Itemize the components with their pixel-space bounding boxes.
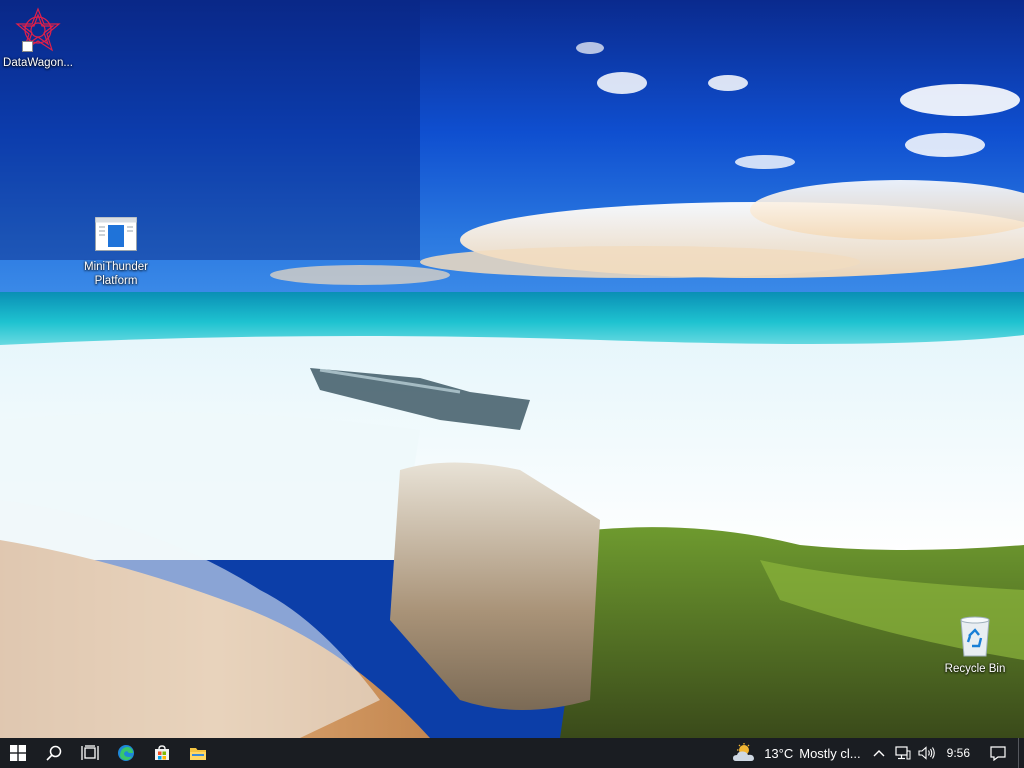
network-button[interactable] bbox=[891, 738, 915, 768]
notification-icon bbox=[990, 745, 1006, 761]
show-desktop-button[interactable] bbox=[1018, 738, 1024, 768]
weather-temperature: 13°C bbox=[764, 745, 794, 761]
desktop-icon-datawagon[interactable]: DataWagon... bbox=[0, 6, 76, 70]
weather-condition: Mostly cl... bbox=[799, 745, 861, 761]
desktop: DataWagon... MiniThunder Platform Recycl… bbox=[0, 0, 1024, 738]
start-button[interactable] bbox=[0, 738, 36, 768]
desktop-icon-minithunder[interactable]: MiniThunder Platform bbox=[78, 210, 154, 288]
partly-cloudy-icon bbox=[733, 743, 755, 761]
windows-logo-icon bbox=[10, 745, 26, 761]
datawagon-icon bbox=[14, 6, 62, 54]
action-center-button[interactable] bbox=[978, 738, 1018, 768]
file-explorer-button[interactable] bbox=[180, 738, 216, 768]
network-icon bbox=[895, 746, 911, 760]
system-tray: 13°C Mostly cl... 9:56 bbox=[726, 738, 1024, 768]
weather-widget[interactable]: 13°C Mostly cl... bbox=[726, 738, 866, 768]
shortcut-arrow-icon bbox=[22, 41, 33, 52]
desktop-icon-label: MiniThunder Platform bbox=[84, 261, 148, 287]
search-button[interactable] bbox=[36, 738, 72, 768]
desktop-wallpaper bbox=[0, 0, 1024, 738]
task-view-button[interactable] bbox=[72, 738, 108, 768]
store-button[interactable] bbox=[144, 738, 180, 768]
chevron-up-icon bbox=[873, 750, 885, 757]
search-icon bbox=[46, 745, 62, 761]
volume-button[interactable] bbox=[915, 738, 939, 768]
clock[interactable]: 9:56 bbox=[939, 738, 978, 768]
desktop-icon-label: Recycle Bin bbox=[944, 663, 1006, 675]
edge-icon bbox=[118, 745, 134, 761]
desktop-icon-recycle-bin[interactable]: Recycle Bin bbox=[937, 612, 1013, 676]
recycle-bin-icon bbox=[951, 612, 999, 660]
desktop-icon-label: DataWagon... bbox=[3, 57, 73, 69]
application-window-icon bbox=[92, 210, 140, 258]
tray-overflow-button[interactable] bbox=[867, 738, 891, 768]
file-explorer-icon bbox=[190, 748, 206, 760]
edge-button[interactable] bbox=[108, 738, 144, 768]
task-view-icon bbox=[81, 745, 99, 760]
taskbar: 13°C Mostly cl... 9:56 bbox=[0, 738, 1024, 768]
volume-icon bbox=[918, 746, 935, 760]
store-icon bbox=[155, 745, 169, 760]
